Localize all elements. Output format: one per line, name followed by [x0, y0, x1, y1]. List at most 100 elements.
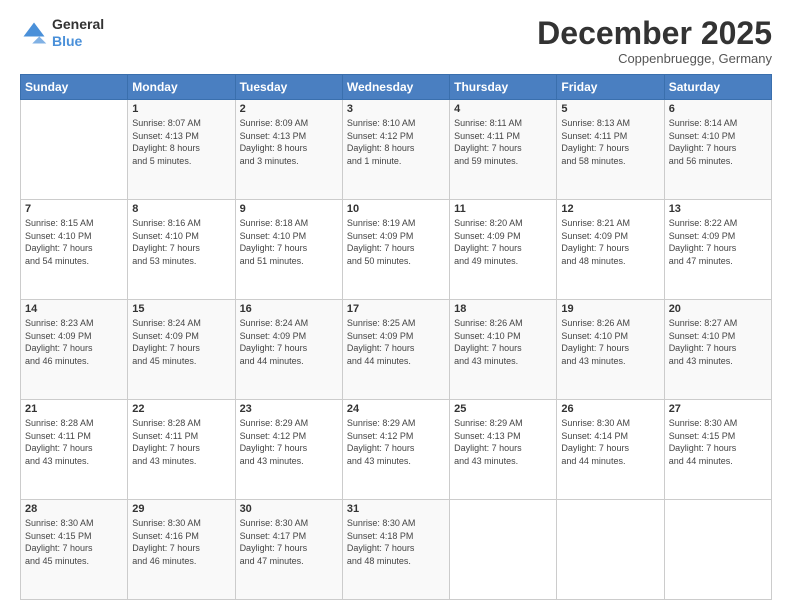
weekday-header-monday: Monday [128, 75, 235, 100]
day-info: Sunrise: 8:13 AM Sunset: 4:11 PM Dayligh… [561, 117, 659, 167]
day-number: 20 [669, 303, 767, 315]
weekday-header-friday: Friday [557, 75, 664, 100]
day-number: 1 [132, 103, 230, 115]
weekday-header-saturday: Saturday [664, 75, 771, 100]
day-number: 19 [561, 303, 659, 315]
day-number: 12 [561, 203, 659, 215]
day-number: 16 [240, 303, 338, 315]
day-number: 23 [240, 403, 338, 415]
week-row-4: 21 Sunrise: 8:28 AM Sunset: 4:11 PM Dayli… [21, 400, 772, 500]
day-number: 2 [240, 103, 338, 115]
day-number: 7 [25, 203, 123, 215]
day-info: Sunrise: 8:25 AM Sunset: 4:09 PM Dayligh… [347, 317, 445, 367]
calendar-cell: 30Sunrise: 8:30 AM Sunset: 4:17 PM Dayli… [235, 500, 342, 600]
location: Coppenbruegge, Germany [537, 51, 772, 66]
day-number: 10 [347, 203, 445, 215]
day-number: 26 [561, 403, 659, 415]
calendar-cell: 23 Sunrise: 8:29 AM Sunset: 4:12 PM Dayli… [235, 400, 342, 500]
calendar-cell: 31 Sunrise: 8:30 AM Sunset: 4:18 PM Dayli… [342, 500, 449, 600]
day-number: 27 [669, 403, 767, 415]
calendar-cell [557, 500, 664, 600]
day-number: 15 [132, 303, 230, 315]
day-number: 24 [347, 403, 445, 415]
day-number: 4 [454, 103, 552, 115]
day-info: Sunrise: 8:29 AM Sunset: 4:12 PM Dayligh… [240, 417, 338, 467]
day-info: Sunrise: 8:29 AM Sunset: 4:13 PM Dayligh… [454, 417, 552, 467]
calendar-cell: 11 Sunrise: 8:20 AM Sunset: 4:09 PM Dayli… [450, 200, 557, 300]
day-info: Sunrise: 8:24 AM Sunset: 4:09 PM Dayligh… [240, 317, 338, 367]
day-number: 3 [347, 103, 445, 115]
calendar-cell [664, 500, 771, 600]
calendar-cell [450, 500, 557, 600]
day-info: Sunrise: 8:20 AM Sunset: 4:09 PM Dayligh… [454, 217, 552, 267]
day-number: 31 [347, 503, 445, 515]
logo-icon [20, 19, 48, 47]
day-info: Sunrise: 8:21 AM Sunset: 4:09 PM Dayligh… [561, 217, 659, 267]
day-number: 13 [669, 203, 767, 215]
day-number: 25 [454, 403, 552, 415]
day-info: Sunrise: 8:14 AM Sunset: 4:10 PM Dayligh… [669, 117, 767, 167]
day-info: Sunrise: 8:26 AM Sunset: 4:10 PM Dayligh… [454, 317, 552, 367]
day-info: Sunrise: 8:11 AM Sunset: 4:11 PM Dayligh… [454, 117, 552, 167]
calendar-cell: 28 Sunrise: 8:30 AM Sunset: 4:15 PM Dayli… [21, 500, 128, 600]
calendar-cell: 18 Sunrise: 8:26 AM Sunset: 4:10 PM Dayli… [450, 300, 557, 400]
day-number: 5 [561, 103, 659, 115]
calendar-cell: 26 Sunrise: 8:30 AM Sunset: 4:14 PM Dayli… [557, 400, 664, 500]
calendar-cell: 15 Sunrise: 8:24 AM Sunset: 4:09 PM Dayli… [128, 300, 235, 400]
calendar-cell: 29 Sunrise: 8:30 AM Sunset: 4:16 PM Dayli… [128, 500, 235, 600]
calendar-cell: 20 Sunrise: 8:27 AM Sunset: 4:10 PM Dayli… [664, 300, 771, 400]
calendar-cell: 22 Sunrise: 8:28 AM Sunset: 4:11 PM Dayli… [128, 400, 235, 500]
day-info: Sunrise: 8:30 AM Sunset: 4:18 PM Dayligh… [347, 517, 445, 567]
day-info: Sunrise: 8:30 AM Sunset: 4:16 PM Dayligh… [132, 517, 230, 567]
calendar-cell: 25 Sunrise: 8:29 AM Sunset: 4:13 PM Dayli… [450, 400, 557, 500]
day-number: 14 [25, 303, 123, 315]
month-title: December 2025 [537, 16, 772, 51]
calendar-cell: 5 Sunrise: 8:13 AM Sunset: 4:11 PM Daylig… [557, 100, 664, 200]
calendar-cell: 8 Sunrise: 8:16 AM Sunset: 4:10 PM Daylig… [128, 200, 235, 300]
day-number: 22 [132, 403, 230, 415]
calendar-cell: 17 Sunrise: 8:25 AM Sunset: 4:09 PM Dayli… [342, 300, 449, 400]
weekday-header-tuesday: Tuesday [235, 75, 342, 100]
day-number: 28 [25, 503, 123, 515]
calendar-cell [21, 100, 128, 200]
day-info: Sunrise: 8:26 AM Sunset: 4:10 PM Dayligh… [561, 317, 659, 367]
day-number: 29 [132, 503, 230, 515]
day-info: Sunrise: 8:28 AM Sunset: 4:11 PM Dayligh… [132, 417, 230, 467]
week-row-1: 1Sunrise: 8:07 AM Sunset: 4:13 PM Daylig… [21, 100, 772, 200]
week-row-5: 28 Sunrise: 8:30 AM Sunset: 4:15 PM Dayli… [21, 500, 772, 600]
logo: General Blue [20, 16, 104, 50]
weekday-header-row: SundayMondayTuesdayWednesdayThursdayFrid… [21, 75, 772, 100]
calendar-cell: 1Sunrise: 8:07 AM Sunset: 4:13 PM Daylig… [128, 100, 235, 200]
calendar-cell: 10Sunrise: 8:19 AM Sunset: 4:09 PM Dayli… [342, 200, 449, 300]
weekday-header-wednesday: Wednesday [342, 75, 449, 100]
day-number: 18 [454, 303, 552, 315]
day-info: Sunrise: 8:28 AM Sunset: 4:11 PM Dayligh… [25, 417, 123, 467]
day-info: Sunrise: 8:16 AM Sunset: 4:10 PM Dayligh… [132, 217, 230, 267]
day-info: Sunrise: 8:30 AM Sunset: 4:14 PM Dayligh… [561, 417, 659, 467]
day-info: Sunrise: 8:30 AM Sunset: 4:15 PM Dayligh… [669, 417, 767, 467]
day-info: Sunrise: 8:09 AM Sunset: 4:13 PM Dayligh… [240, 117, 338, 167]
day-number: 21 [25, 403, 123, 415]
calendar-cell: 19 Sunrise: 8:26 AM Sunset: 4:10 PM Dayli… [557, 300, 664, 400]
day-number: 8 [132, 203, 230, 215]
day-number: 17 [347, 303, 445, 315]
title-block: December 2025 Coppenbruegge, Germany [537, 16, 772, 66]
day-info: Sunrise: 8:10 AM Sunset: 4:12 PM Dayligh… [347, 117, 445, 167]
day-info: Sunrise: 8:15 AM Sunset: 4:10 PM Dayligh… [25, 217, 123, 267]
calendar-cell: 9Sunrise: 8:18 AM Sunset: 4:10 PM Daylig… [235, 200, 342, 300]
header: General Blue December 2025 Coppenbruegge… [20, 16, 772, 66]
weekday-header-thursday: Thursday [450, 75, 557, 100]
day-number: 11 [454, 203, 552, 215]
calendar-cell: 14 Sunrise: 8:23 AM Sunset: 4:09 PM Dayli… [21, 300, 128, 400]
week-row-3: 14 Sunrise: 8:23 AM Sunset: 4:09 PM Dayli… [21, 300, 772, 400]
calendar-cell: 7 Sunrise: 8:15 AM Sunset: 4:10 PM Daylig… [21, 200, 128, 300]
day-info: Sunrise: 8:23 AM Sunset: 4:09 PM Dayligh… [25, 317, 123, 367]
day-info: Sunrise: 8:30 AM Sunset: 4:17 PM Dayligh… [240, 517, 338, 567]
calendar-cell: 24Sunrise: 8:29 AM Sunset: 4:12 PM Dayli… [342, 400, 449, 500]
day-info: Sunrise: 8:27 AM Sunset: 4:10 PM Dayligh… [669, 317, 767, 367]
calendar-cell: 3 Sunrise: 8:10 AM Sunset: 4:12 PM Daylig… [342, 100, 449, 200]
calendar-cell: 27 Sunrise: 8:30 AM Sunset: 4:15 PM Dayli… [664, 400, 771, 500]
day-info: Sunrise: 8:30 AM Sunset: 4:15 PM Dayligh… [25, 517, 123, 567]
day-info: Sunrise: 8:24 AM Sunset: 4:09 PM Dayligh… [132, 317, 230, 367]
day-number: 9 [240, 203, 338, 215]
